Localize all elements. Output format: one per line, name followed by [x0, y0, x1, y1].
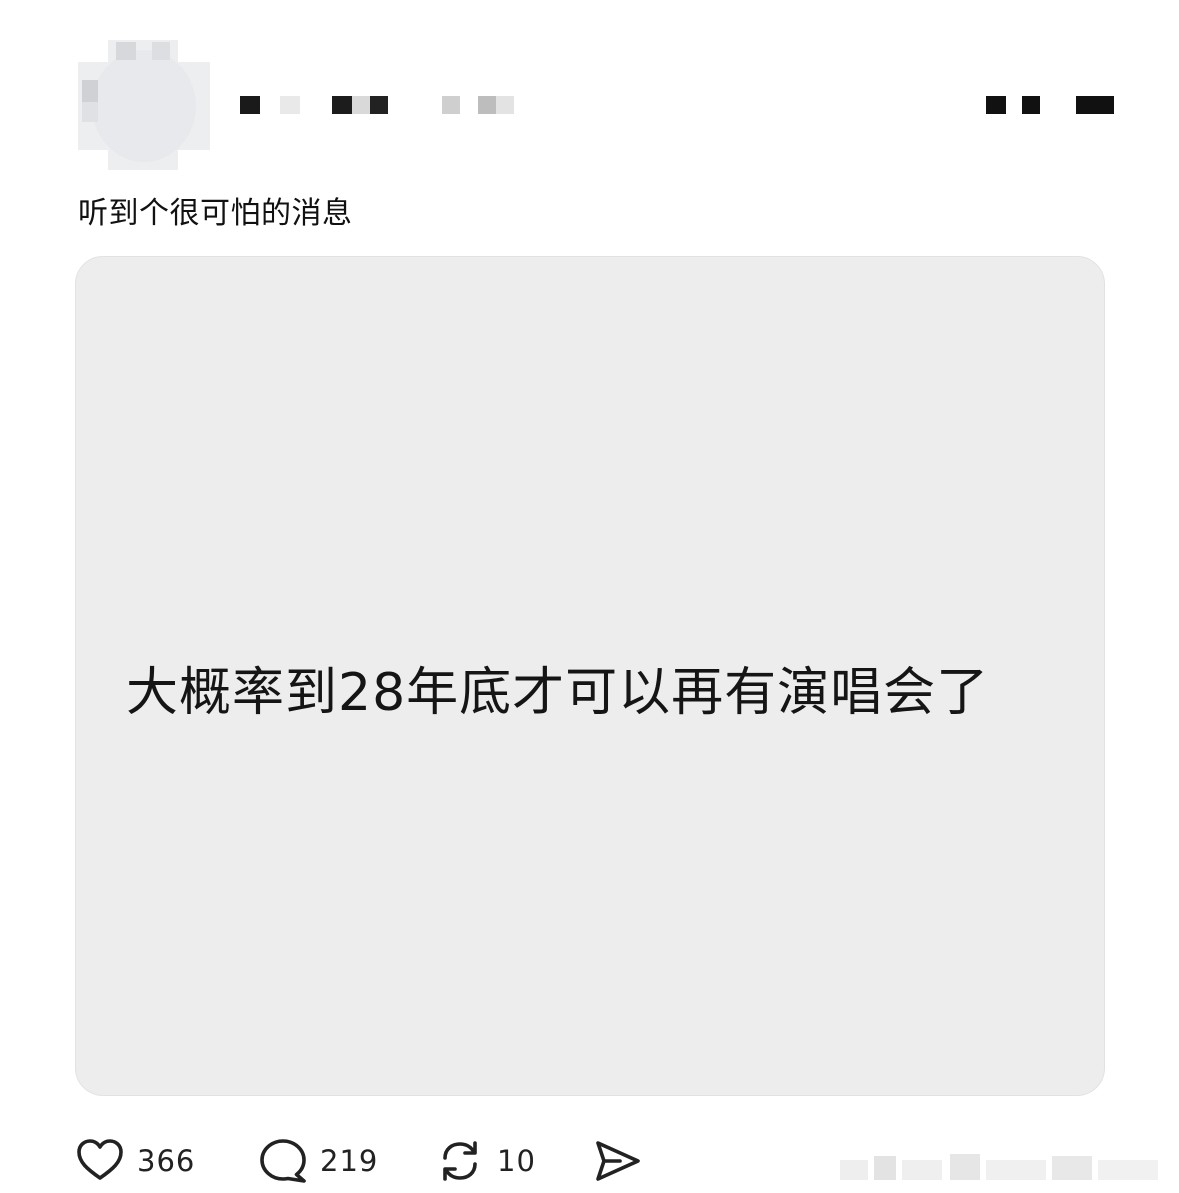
repost-icon [435, 1136, 485, 1186]
like-count: 366 [137, 1144, 196, 1178]
avatar[interactable] [78, 40, 210, 170]
watermark-redacted [840, 1150, 1170, 1184]
comment-count: 219 [320, 1144, 379, 1178]
username-redacted[interactable] [240, 94, 520, 116]
post-image[interactable]: 大概率到28年底才可以再有演唱会了 [75, 256, 1105, 1096]
repost-button[interactable]: 10 [435, 1134, 536, 1188]
post-card: 听到个很可怕的消息 大概率到28年底才可以再有演唱会了 366 219 10 [0, 0, 1179, 1193]
image-caption-text: 大概率到28年底才可以再有演唱会了 [126, 663, 990, 723]
share-icon [590, 1136, 644, 1186]
more-options-redacted[interactable] [984, 94, 1118, 116]
post-text: 听到个很可怕的消息 [78, 196, 353, 231]
heart-icon [75, 1136, 125, 1186]
share-button[interactable] [590, 1134, 644, 1188]
like-button[interactable]: 366 [75, 1134, 195, 1188]
repost-count: 10 [497, 1144, 536, 1178]
comment-icon [258, 1136, 308, 1186]
comment-button[interactable]: 219 [258, 1134, 378, 1188]
